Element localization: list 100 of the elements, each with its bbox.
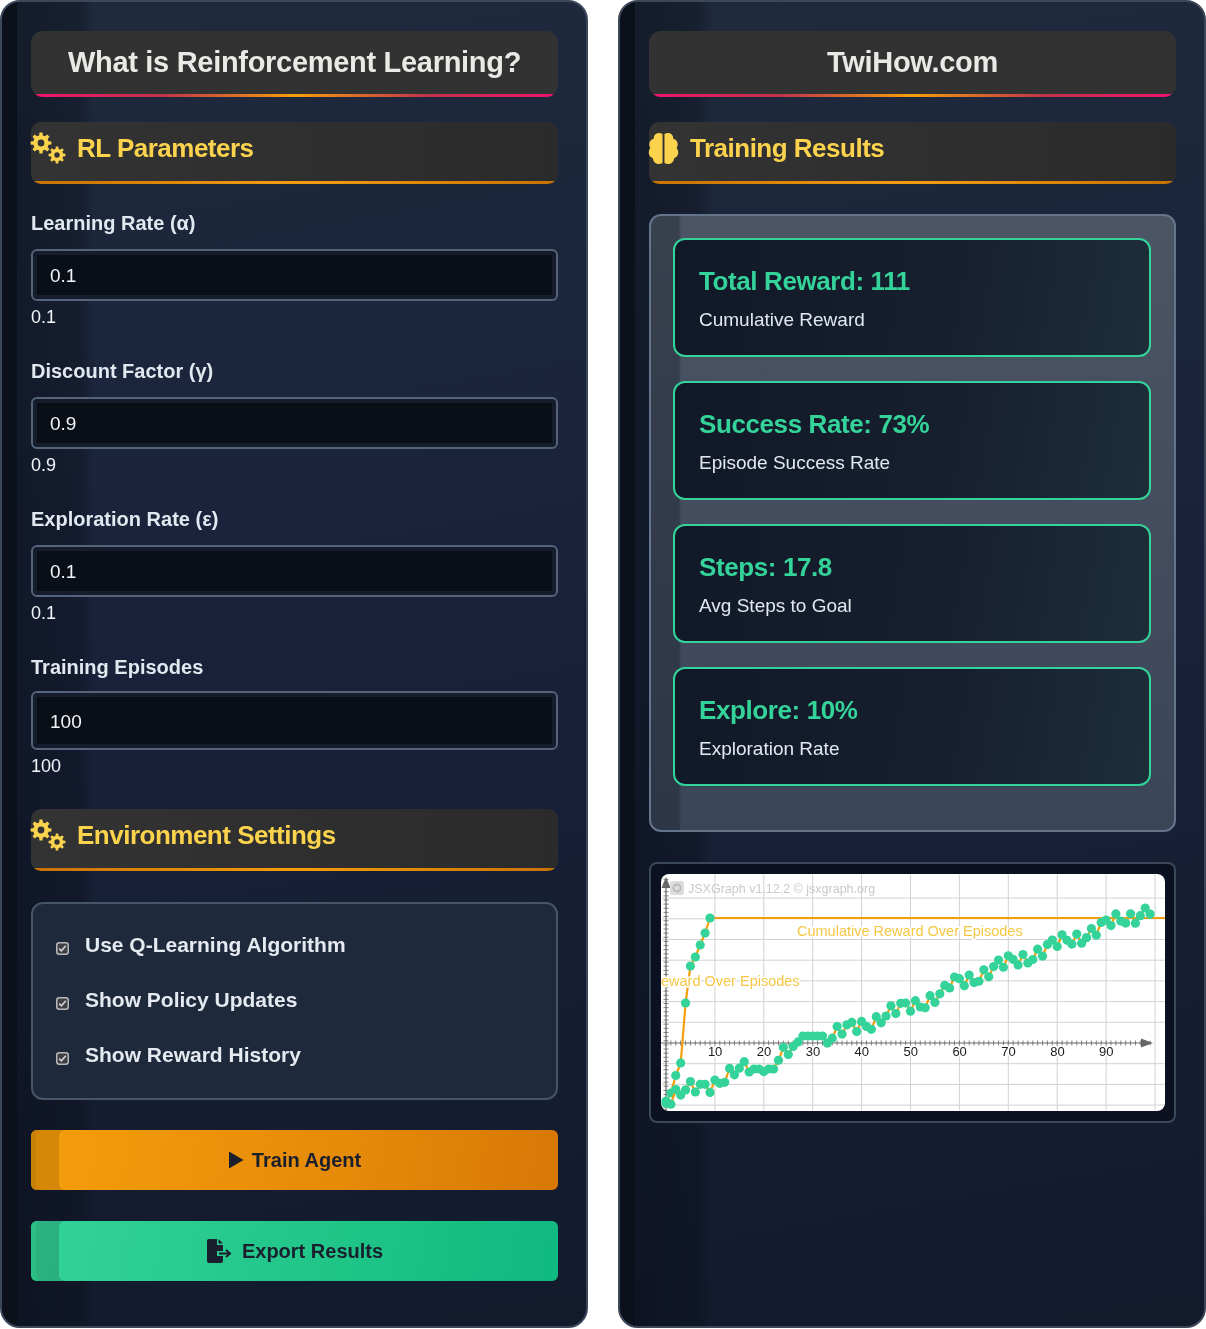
export-button[interactable]: Export Results [31, 1221, 558, 1281]
data-point [886, 1001, 896, 1011]
axis-tick-label: 90 [1099, 1044, 1114, 1059]
data-point [998, 962, 1008, 972]
data-point [891, 1008, 901, 1019]
field-label: Training Episodes [31, 655, 205, 679]
train-button[interactable]: Train Agent [31, 1130, 558, 1190]
option-label: Show Reward History [85, 1042, 301, 1068]
data-point [1121, 918, 1131, 928]
field-label: Exploration Rate (ε) [31, 507, 220, 531]
data-point [1033, 944, 1043, 954]
data-point [739, 1057, 749, 1067]
data-point [700, 928, 710, 938]
data-point [910, 996, 920, 1006]
number-input[interactable]: 0.1 [31, 249, 558, 301]
data-point [930, 997, 940, 1007]
data-point [1140, 903, 1150, 913]
value-readout: 0.9 [31, 454, 58, 477]
data-point [1052, 941, 1062, 952]
data-point [852, 1027, 862, 1037]
data-point [1111, 909, 1121, 919]
value-readout: 100 [31, 755, 63, 778]
data-point [920, 1003, 930, 1013]
data-point [700, 1079, 710, 1089]
stat-value: Steps: 17.8 [699, 552, 832, 582]
data-point [979, 965, 989, 975]
data-point [720, 1077, 730, 1087]
data-point [1037, 951, 1048, 961]
data-point [945, 983, 955, 993]
data-point [1135, 911, 1145, 921]
data-point [783, 1049, 793, 1060]
data-point [671, 1085, 681, 1095]
data-point [793, 1037, 803, 1047]
data-point [705, 913, 715, 923]
data-point [876, 1018, 886, 1028]
axis-tick-label: 60 [952, 1044, 967, 1059]
data-point [1086, 923, 1097, 934]
field-label: Learning Rate (α) [31, 211, 197, 235]
data-point [671, 1070, 681, 1081]
brain-icon [648, 130, 679, 166]
stat-value: Success Rate: 73% [699, 409, 930, 439]
data-point [974, 976, 984, 986]
data-point [984, 972, 994, 982]
data-point [866, 1024, 876, 1034]
data-point [871, 1012, 881, 1022]
stat-caption: Avg Steps to Goal [699, 594, 852, 618]
checkbox[interactable] [56, 941, 69, 955]
logo-icon [670, 881, 684, 895]
axis-tick-label: 50 [903, 1044, 918, 1059]
data-point [901, 998, 911, 1008]
field-label: Discount Factor (γ) [31, 359, 215, 383]
file-export-icon [205, 1239, 232, 1263]
data-point [935, 989, 945, 999]
data-point [993, 955, 1004, 965]
data-point [1018, 949, 1028, 960]
data-point [1072, 929, 1082, 939]
option-label: Use Q-Learning Algorithm [85, 932, 346, 958]
stat-caption: Exploration Rate [699, 737, 840, 761]
checkbox[interactable] [56, 1051, 69, 1065]
gears-icon [30, 132, 66, 164]
data-point [1130, 918, 1141, 928]
data-point [734, 1063, 744, 1073]
data-point [1091, 930, 1101, 940]
checkbox[interactable] [56, 996, 69, 1010]
option-label: Show Policy Updates [85, 987, 298, 1013]
data-point [837, 1029, 847, 1039]
data-point [676, 1058, 686, 1068]
data-point [905, 1006, 916, 1016]
data-point [1125, 909, 1136, 919]
data-point [724, 1063, 735, 1073]
data-point [925, 991, 935, 1001]
data-point [1106, 921, 1116, 931]
number-input[interactable]: 0.9 [31, 397, 558, 449]
axis-tick-label: 40 [854, 1044, 870, 1059]
data-point [964, 970, 974, 980]
data-point [690, 1087, 700, 1097]
axis-tick-label: 80 [1050, 1044, 1065, 1059]
stat-value: Explore: 10% [699, 695, 858, 725]
stat-value: Total Reward: 111 [699, 266, 910, 296]
data-point [959, 981, 969, 991]
data-point [1028, 954, 1038, 965]
data-point [847, 1017, 857, 1027]
value-readout: 0.1 [31, 306, 58, 329]
data-point [1101, 915, 1111, 925]
stat-caption: Cumulative Reward [699, 308, 865, 332]
data-point [827, 1033, 837, 1043]
value-readout: 0.1 [31, 602, 58, 625]
chart-title: Cumulative Reward Over Episodes [797, 923, 1023, 939]
section-title: Training Results [690, 132, 885, 164]
axis-tick-label: 70 [1001, 1044, 1016, 1059]
data-point [680, 998, 691, 1008]
number-input[interactable]: 0.1 [31, 545, 558, 597]
number-input[interactable]: 100 [31, 691, 558, 750]
data-point [832, 1021, 842, 1032]
data-point [666, 1099, 676, 1109]
data-point [881, 1011, 891, 1021]
gears-icon [30, 819, 66, 851]
data-point [695, 940, 705, 950]
axis-tick-label: 30 [805, 1044, 821, 1059]
data-point [769, 1064, 779, 1074]
